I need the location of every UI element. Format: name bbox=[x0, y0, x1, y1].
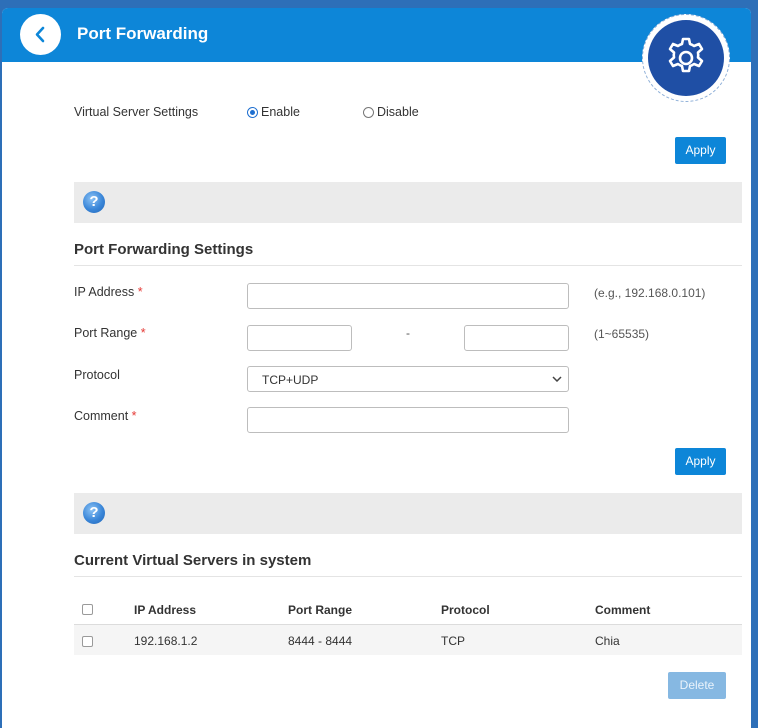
port-forwarding-apply-button[interactable]: Apply bbox=[675, 448, 726, 475]
enable-label[interactable]: Enable bbox=[261, 105, 300, 119]
comment-label: Comment * bbox=[74, 409, 137, 423]
port-forwarding-settings-title: Port Forwarding Settings bbox=[74, 241, 254, 258]
required-mark: * bbox=[131, 409, 137, 423]
port-range-label: Port Range * bbox=[74, 326, 146, 340]
disable-radio[interactable] bbox=[363, 107, 374, 118]
virtual-server-label: Virtual Server Settings bbox=[74, 105, 199, 119]
column-header-port-range: Port Range bbox=[288, 603, 353, 617]
gear-icon bbox=[648, 20, 724, 96]
protocol-select[interactable]: TCP+UDP bbox=[247, 366, 569, 392]
page-header: Port Forwarding bbox=[2, 8, 751, 62]
row-comment: Chia bbox=[595, 634, 620, 648]
column-header-protocol: Protocol bbox=[441, 603, 490, 617]
page-title: Port Forwarding bbox=[77, 24, 209, 43]
back-arrow-icon bbox=[35, 26, 45, 43]
disable-label[interactable]: Disable bbox=[377, 105, 419, 119]
column-header-ip: IP Address bbox=[134, 603, 197, 617]
select-all-checkbox[interactable] bbox=[82, 604, 93, 615]
comment-input[interactable] bbox=[247, 407, 569, 433]
divider bbox=[74, 265, 742, 266]
column-header-comment: Comment bbox=[595, 603, 651, 617]
divider bbox=[74, 576, 742, 577]
delete-button[interactable]: Delete bbox=[668, 672, 726, 699]
current-servers-title: Current Virtual Servers in system bbox=[74, 552, 312, 569]
enable-radio[interactable] bbox=[247, 107, 258, 118]
ip-address-label: IP Address * bbox=[74, 285, 143, 299]
port-start-input[interactable] bbox=[247, 325, 352, 351]
ip-address-input[interactable] bbox=[247, 283, 569, 309]
row-ip-address: 192.168.1.2 bbox=[134, 634, 198, 648]
row-protocol: TCP bbox=[441, 634, 465, 648]
main-panel: Port Forwarding Virtual Server Settings … bbox=[2, 8, 751, 728]
protocol-label: Protocol bbox=[74, 368, 120, 382]
port-end-input[interactable] bbox=[464, 325, 569, 351]
virtual-server-apply-button[interactable]: Apply bbox=[675, 137, 726, 164]
help-bar-top: ? bbox=[74, 182, 742, 223]
settings-badge bbox=[642, 14, 730, 102]
port-range-hint: (1~65535) bbox=[594, 327, 650, 341]
chevron-down-icon bbox=[552, 376, 562, 383]
back-button[interactable] bbox=[20, 14, 61, 55]
help-bar-bottom: ? bbox=[74, 493, 742, 534]
protocol-value: TCP+UDP bbox=[262, 373, 319, 387]
help-icon[interactable]: ? bbox=[83, 502, 105, 524]
required-mark: * bbox=[140, 326, 146, 340]
help-icon[interactable]: ? bbox=[83, 191, 105, 213]
ip-address-hint: (e.g., 192.168.0.101) bbox=[594, 286, 706, 300]
port-range-separator: - bbox=[406, 326, 410, 340]
row-port-range: 8444 - 8444 bbox=[288, 634, 353, 648]
row-checkbox[interactable] bbox=[82, 636, 93, 647]
required-mark: * bbox=[137, 285, 143, 299]
